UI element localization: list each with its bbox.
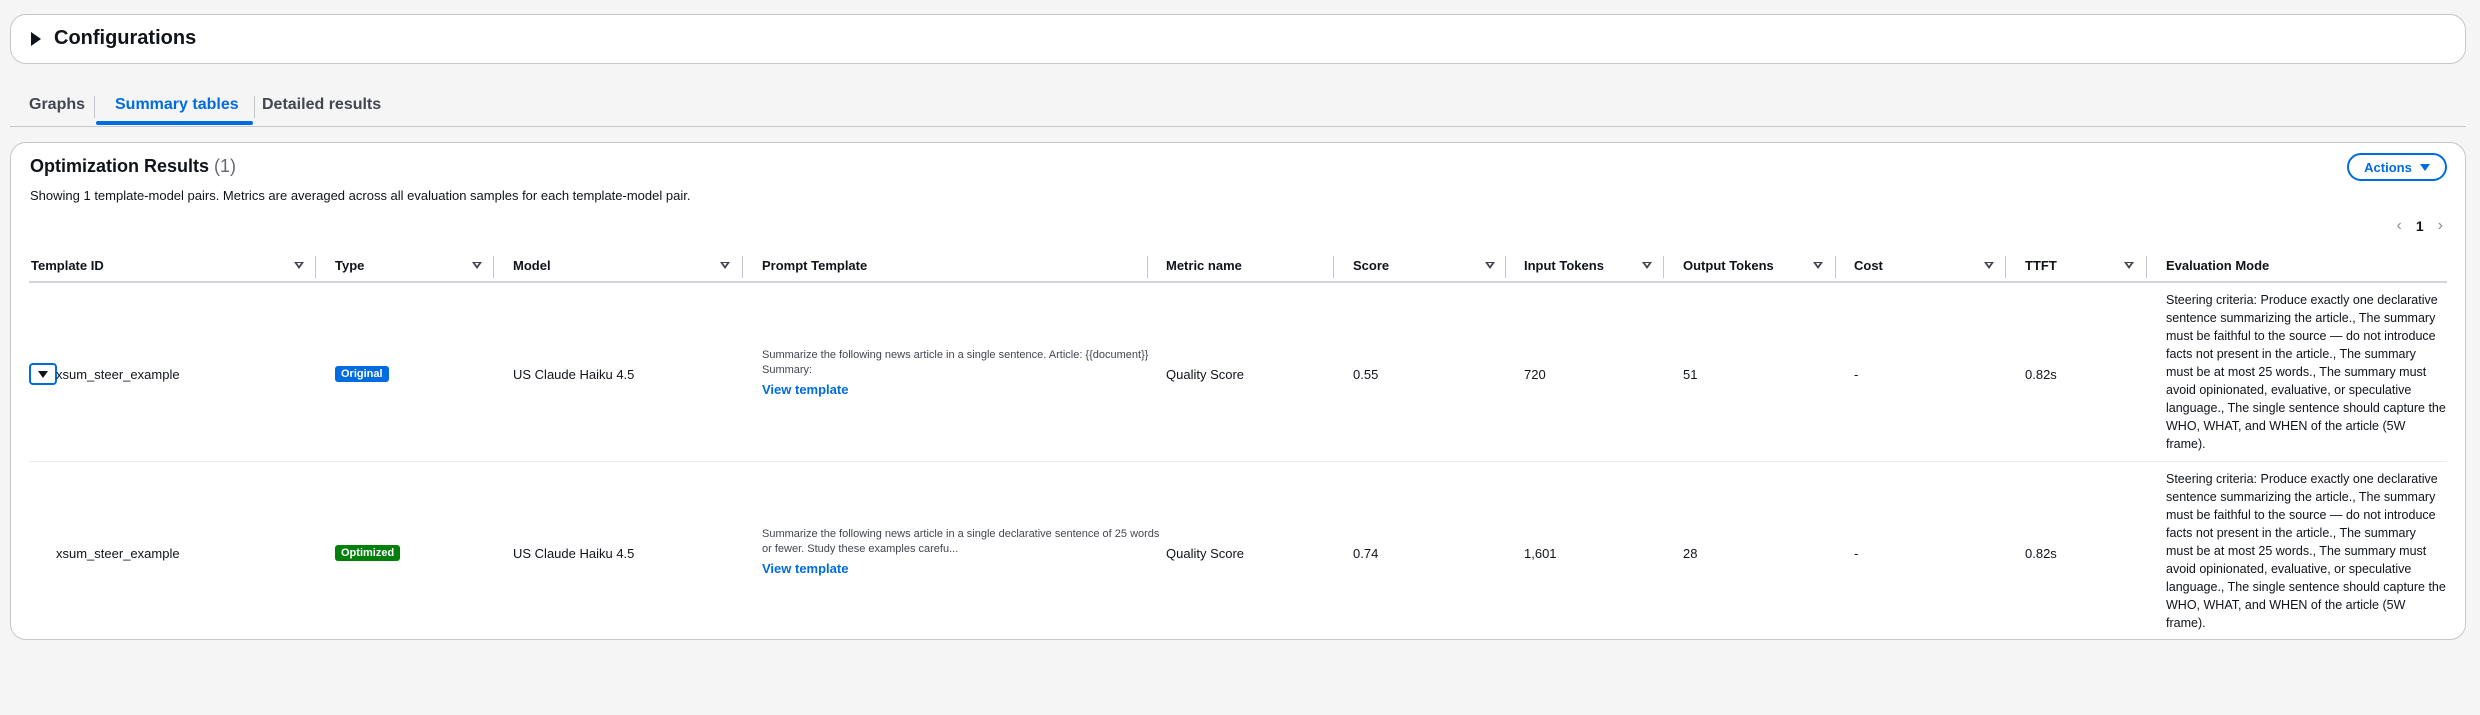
column-header-cost[interactable]: Cost (1854, 258, 1883, 273)
evaluation-mode-cell: Steering criteria: Produce exactly one d… (2166, 472, 2446, 630)
ttft-cell: 0.82s (2025, 546, 2057, 561)
expand-row-button[interactable] (29, 363, 57, 385)
column-divider[interactable] (1663, 256, 1664, 278)
results-title: Optimization Results (1) (30, 156, 236, 177)
column-header-template-id[interactable]: Template ID (31, 258, 104, 273)
sort-icon[interactable] (2124, 262, 2134, 269)
optimization-results-panel: Optimization Results (1) Showing 1 templ… (10, 142, 2466, 640)
sort-icon[interactable] (1813, 262, 1823, 269)
actions-label: Actions (2364, 159, 2412, 175)
score-cell: 0.55 (1353, 367, 1379, 382)
template-id-cell: xsum_steer_example (56, 367, 180, 382)
table-row: xsum_steer_example Original US Claude Ha… (29, 283, 2447, 462)
tab-summary-tables[interactable]: Summary tables (115, 96, 239, 114)
configurations-toggle[interactable]: Configurations (31, 27, 196, 50)
caret-right-icon (31, 31, 41, 46)
page-number[interactable]: 1 (2416, 218, 2424, 234)
metric-name-cell: Quality Score (1166, 546, 1245, 561)
column-header-ttft[interactable]: TTFT (2025, 258, 2057, 273)
active-tab-indicator (96, 121, 253, 125)
view-template-link[interactable]: View template (762, 561, 1162, 576)
actions-button[interactable]: Actions (2347, 153, 2447, 181)
column-divider[interactable] (2005, 256, 2006, 278)
next-page-icon[interactable]: › (2438, 217, 2443, 235)
model-cell: US Claude Haiku 4.5 (513, 546, 635, 561)
column-divider[interactable] (315, 256, 316, 278)
column-header-evaluation-mode[interactable]: Evaluation Mode (2166, 258, 2269, 273)
column-header-input-tokens[interactable]: Input Tokens (1524, 258, 1604, 273)
results-count: (1) (214, 156, 237, 176)
pagination: ‹ 1 › (2397, 217, 2443, 235)
column-header-score[interactable]: Score (1353, 258, 1389, 273)
prompt-template-cell: Summarize the following news article in … (762, 348, 1162, 397)
configurations-panel: Configurations (10, 14, 2466, 64)
view-template-link[interactable]: View template (762, 382, 1162, 397)
input-tokens-cell: 720 (1524, 367, 1546, 382)
prompt-template-text: Summarize the following news article in … (762, 349, 1149, 376)
evaluation-mode-cell: Steering criteria: Produce exactly one d… (2166, 293, 2446, 451)
tab-detailed-results[interactable]: Detailed results (262, 96, 381, 114)
tab-divider (254, 96, 255, 118)
previous-page-icon[interactable]: ‹ (2397, 217, 2402, 235)
column-header-output-tokens[interactable]: Output Tokens (1683, 258, 1774, 273)
cost-cell: - (1854, 546, 1859, 561)
prompt-template-cell: Summarize the following news article in … (762, 527, 1162, 576)
tab-graphs[interactable]: Graphs (29, 96, 85, 114)
metric-name-cell: Quality Score (1166, 367, 1245, 382)
configurations-title: Configurations (54, 27, 197, 49)
ttft-cell: 0.82s (2025, 367, 2057, 382)
sort-icon[interactable] (1984, 262, 1994, 269)
results-tabs: Graphs Summary tables Detailed results (10, 84, 2466, 127)
output-tokens-cell: 51 (1683, 367, 1698, 382)
type-badge-original: Original (335, 366, 389, 382)
column-divider[interactable] (1333, 256, 1334, 278)
results-description: Showing 1 template-model pairs. Metrics … (30, 188, 691, 203)
column-divider[interactable] (1147, 256, 1148, 278)
type-badge-optimized: Optimized (335, 545, 401, 561)
column-divider[interactable] (493, 256, 494, 278)
sort-icon[interactable] (1642, 262, 1652, 269)
column-header-prompt-template[interactable]: Prompt Template (762, 258, 867, 273)
column-divider[interactable] (1835, 256, 1836, 278)
sort-icon[interactable] (472, 262, 482, 269)
sort-icon[interactable] (720, 262, 730, 269)
column-header-type[interactable]: Type (335, 258, 364, 273)
column-header-model[interactable]: Model (513, 258, 551, 273)
table-header: Template ID Type Model Prompt Template M… (29, 253, 2447, 283)
prompt-template-text: Summarize the following news article in … (762, 528, 1160, 555)
sort-icon[interactable] (294, 262, 304, 269)
model-cell: US Claude Haiku 4.5 (513, 367, 635, 382)
column-divider[interactable] (742, 256, 743, 278)
input-tokens-cell: 1,601 (1524, 546, 1557, 561)
caret-down-icon (2419, 163, 2430, 171)
output-tokens-cell: 28 (1683, 546, 1698, 561)
tab-divider (94, 96, 95, 118)
column-divider[interactable] (1505, 256, 1506, 278)
template-id-cell: xsum_steer_example (56, 546, 180, 561)
score-cell: 0.74 (1353, 546, 1379, 561)
results-title-text: Optimization Results (30, 156, 210, 176)
table-row: xsum_steer_example Optimized US Claude H… (29, 462, 2447, 639)
column-divider[interactable] (2146, 256, 2147, 278)
column-header-metric-name[interactable]: Metric name (1166, 258, 1242, 273)
sort-icon[interactable] (1485, 262, 1495, 269)
cost-cell: - (1854, 367, 1859, 382)
